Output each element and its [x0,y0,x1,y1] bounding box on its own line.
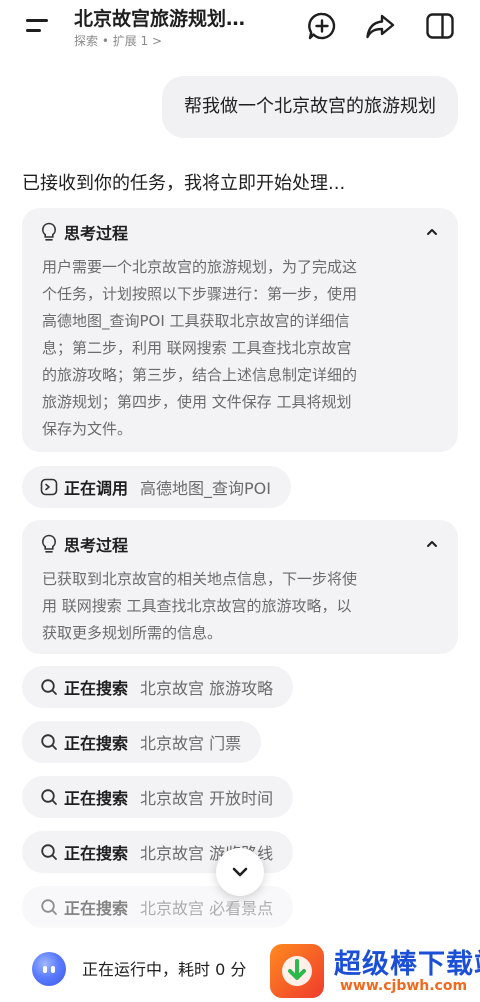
search-query: 北京故宫 必看景点 [140,899,274,918]
breadcrumb[interactable]: 探索 • 扩展 1 > [74,32,162,49]
search-action: 正在搜索 [64,734,129,753]
user-message-bubble: 帮我做一个北京故宫的旅游规划 [162,76,458,138]
thinking-header: 思考过程 [40,532,128,556]
tool-call-pill[interactable]: 正在调用 高德地图_查询POI [22,466,291,508]
thinking-label: 思考过程 [64,536,129,555]
menu-button[interactable] [26,14,52,36]
search-query: 北京故宫 开放时间 [140,789,274,808]
watermark-name: 超级棒下载站 [334,949,480,980]
tool-icon [40,478,58,496]
search-action: 正在搜索 [64,789,129,808]
avatar-eye [51,966,55,973]
watermark-logo [270,944,324,998]
avatar-eye [43,966,47,973]
search-icon [41,789,57,805]
page-title: 北京故宫旅游规划… [74,8,246,30]
lightbulb-icon [42,222,56,241]
thinking-text: 已获取到北京故宫的相关地点信息，下一步将使 用 联网搜索 工具查找北京故宫的旅游… [42,570,358,642]
chevron-up-icon[interactable] [426,226,438,238]
thinking-header: 思考过程 [40,220,128,244]
search-icon [41,679,57,695]
chevron-down-icon [232,867,248,877]
new-chat-button[interactable] [306,10,338,42]
thinking-text: 用户需要一个北京故宫的旅游规划，为了完成这 个任务，计划按照以下步骤进行：第一步… [42,258,358,438]
running-status: 正在运行中，耗时 0 分 [82,960,247,979]
search-query: 北京故宫 旅游攻略 [140,679,274,698]
panel-icon [426,13,454,39]
assistant-ack-text: 已接收到你的任务，我将立即开始处理... [22,173,346,194]
scroll-down-button[interactable] [216,848,264,896]
thinking-label: 思考过程 [64,224,129,243]
search-action: 正在搜索 [64,899,129,918]
chevron-up-icon[interactable] [426,538,438,550]
search-pill[interactable]: 正在搜索 北京故宫 门票 [22,721,262,763]
menu-icon-line [26,29,41,32]
chat-plus-icon [308,12,336,40]
tool-call-action: 正在调用 [64,479,129,498]
share-button[interactable] [364,10,396,42]
watermark-url: www.cjbwh.com [340,978,468,994]
assistant-avatar [32,952,66,986]
download-arrow-icon [282,956,312,986]
top-bar: 北京故宫旅游规划… 探索 • 扩展 1 > [0,0,480,56]
menu-icon-line [26,19,48,22]
search-action: 正在搜索 [64,844,129,863]
side-panel-button[interactable] [424,10,456,42]
search-pill[interactable]: 正在搜索 北京故宫 开放时间 [22,776,294,818]
thinking-card[interactable]: 思考过程 已获取到北京故宫的相关地点信息，下一步将使 用 联网搜索 工具查找北京… [22,520,458,654]
tool-call-target: 高德地图_查询POI [140,479,271,498]
thinking-card[interactable]: 思考过程 用户需要一个北京故宫的旅游规划，为了完成这 个任务，计划按照以下步骤进… [22,208,458,452]
search-icon [41,734,57,750]
lightbulb-icon [42,534,56,553]
search-icon [41,899,57,915]
share-icon [366,14,395,39]
search-pill[interactable]: 正在搜索 北京故宫 旅游攻略 [22,666,294,708]
search-action: 正在搜索 [64,679,129,698]
search-icon [41,844,57,860]
search-query: 北京故宫 门票 [140,734,242,753]
